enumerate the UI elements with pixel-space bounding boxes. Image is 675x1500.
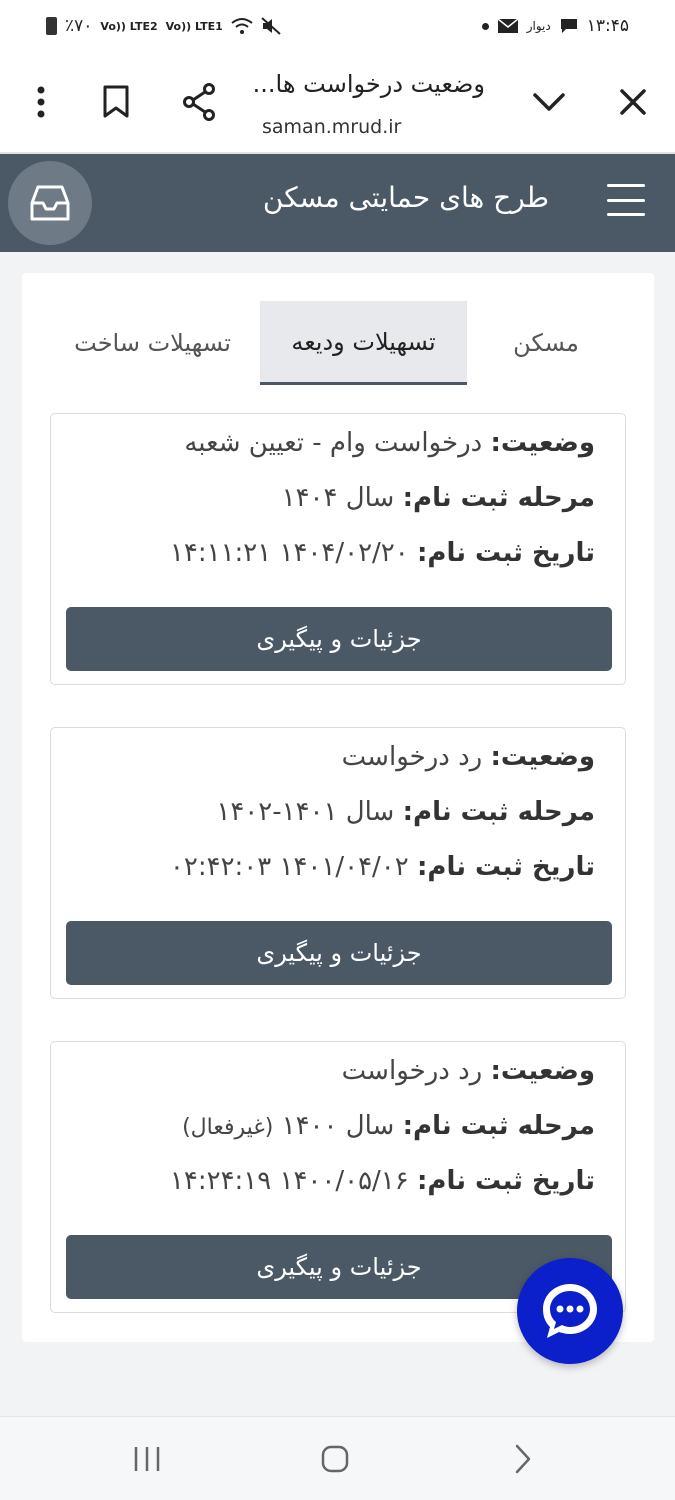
inbox-button[interactable] (8, 161, 92, 245)
url-host[interactable]: saman.mrud.ir (262, 116, 401, 138)
chat-icon (543, 1284, 597, 1338)
battery-level: ٪۷۰ (65, 16, 93, 36)
chat-button[interactable] (517, 1258, 623, 1364)
tab-construction-facilities[interactable]: تسهیلات ساخت (50, 301, 255, 385)
tab-bar: مسکن تسهیلات ودیعه تسهیلات ساخت (50, 301, 626, 385)
mute-icon (261, 17, 281, 35)
home-icon[interactable] (300, 1417, 370, 1500)
battery-icon (46, 17, 57, 35)
date-label: تاریخ ثبت نام: (417, 1166, 595, 1196)
details-button[interactable]: جزئیات و پیگیری (66, 607, 612, 671)
status-label: وضعیت: (490, 1056, 596, 1086)
stage-value: سال ۱۴۰۴ (281, 483, 395, 513)
stage-row: مرحله ثبت نام: سال ۱۴۰۱-۱۴۰۲ (216, 797, 595, 827)
status-label: وضعیت: (490, 428, 596, 458)
details-button[interactable]: جزئیات و پیگیری (66, 921, 612, 985)
request-card: وضعیت: رد درخواست مرحله ثبت نام: سال ۱۴۰… (50, 727, 626, 999)
status-row: وضعیت: درخواست وام - تعیین شعبه (184, 428, 595, 458)
app-title: طرح های حمایتی مسکن (262, 181, 549, 214)
stage-row: مرحله ثبت نام: سال ۱۴۰۴ (282, 483, 595, 513)
app-header: طرح های حمایتی مسکن (0, 154, 675, 252)
inbox-icon (30, 185, 70, 221)
date-label: تاریخ ثبت نام: (417, 852, 595, 882)
date-value: ۱۴۰۴/۰۲/۲۰ ۱۴:۱۱:۲۱ (169, 538, 409, 568)
message-icon (560, 19, 577, 33)
divar-app-label: دیوار (526, 19, 551, 33)
date-label: تاریخ ثبت نام: (417, 538, 595, 568)
stage-inactive-note: (غیرفعال) (182, 1115, 274, 1140)
hamburger-menu-icon[interactable] (607, 184, 645, 216)
stage-value: سال ۱۴۰۱-۱۴۰۲ (216, 797, 395, 827)
page-title: وضعیت درخواست ها... (252, 70, 485, 98)
recent-apps-icon[interactable] (112, 1417, 182, 1500)
date-value: ۱۴۰۱/۰۴/۰۲ ۰۲:۴۲:۰۳ (169, 852, 409, 882)
date-row: تاریخ ثبت نام: ۱۴۰۰/۰۵/۱۶ ۱۴:۲۴:۱۹ (170, 1166, 595, 1196)
system-nav-bar (0, 1416, 675, 1500)
tab-housing[interactable]: مسکن (466, 301, 626, 385)
wifi-icon (231, 18, 253, 34)
status-value: رد درخواست (341, 742, 483, 772)
share-icon[interactable] (174, 52, 224, 152)
status-row: وضعیت: رد درخواست (342, 742, 595, 772)
date-value: ۱۴۰۰/۰۵/۱۶ ۱۴:۲۴:۱۹ (169, 1166, 409, 1196)
stage-value: سال ۱۴۰۰ (281, 1111, 395, 1141)
status-right: دیوار ۱۳:۴۵ (481, 16, 629, 36)
status-left: ٪۷۰ Vo)) LTE2 Vo)) LTE1 (46, 16, 281, 36)
notification-dot-icon (481, 22, 489, 30)
date-row: تاریخ ثبت نام: ۱۴۰۴/۰۲/۲۰ ۱۴:۱۱:۲۱ (170, 538, 595, 568)
signal-lte1-label: Vo)) LTE1 (165, 19, 223, 33)
close-icon[interactable] (608, 52, 658, 152)
more-vert-icon[interactable] (16, 52, 66, 152)
tab-deposit-facilities[interactable]: تسهیلات ودیعه (260, 301, 467, 385)
date-row: تاریخ ثبت نام: ۱۴۰۱/۰۴/۰۲ ۰۲:۴۲:۰۳ (170, 852, 595, 882)
signal-lte2-label: Vo)) LTE2 (100, 19, 158, 33)
status-value: درخواست وام - تعیین شعبه (184, 428, 483, 458)
stage-label: مرحله ثبت نام: (402, 1111, 595, 1141)
request-card: وضعیت: درخواست وام - تعیین شعبه مرحله ثب… (50, 413, 626, 685)
browser-toolbar: وضعیت درخواست ها... saman.mrud.ir (0, 52, 675, 154)
bookmark-icon[interactable] (91, 52, 141, 152)
status-row: وضعیت: رد درخواست (342, 1056, 595, 1086)
clock: ۱۳:۴۵ (586, 16, 629, 36)
stage-label: مرحله ثبت نام: (402, 797, 595, 827)
status-label: وضعیت: (490, 742, 596, 772)
stage-label: مرحله ثبت نام: (402, 483, 595, 513)
stage-row: مرحله ثبت نام: سال ۱۴۰۰ (غیرفعال) (182, 1111, 595, 1141)
mail-settings-icon (497, 18, 519, 33)
status-bar: ٪۷۰ Vo)) LTE2 Vo)) LTE1 دیوار ۱۳:۴۵ (0, 0, 675, 52)
back-icon[interactable] (488, 1417, 558, 1500)
chevron-down-icon[interactable] (524, 52, 574, 152)
status-value: رد درخواست (341, 1056, 483, 1086)
